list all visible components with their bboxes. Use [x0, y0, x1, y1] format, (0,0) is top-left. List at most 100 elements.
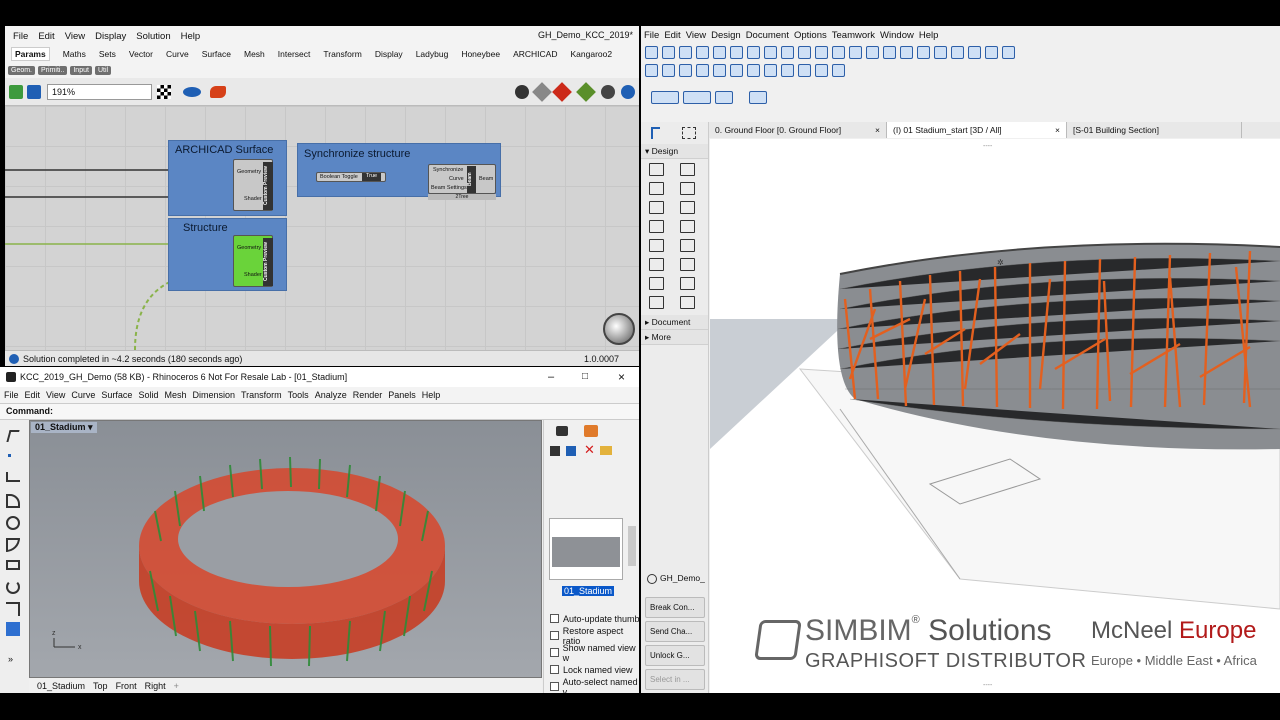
layers-icon[interactable] — [815, 45, 828, 59]
boolean-toggle[interactable]: Boolean Toggle True — [316, 172, 386, 182]
rh-menu-surface[interactable]: Surface — [101, 390, 132, 400]
tab-honeybee[interactable]: Honeybee — [461, 49, 500, 59]
tab-intersect[interactable]: Intersect — [278, 49, 311, 59]
rh-menu-view[interactable]: View — [46, 390, 65, 400]
ac-menu-teamwork[interactable]: Teamwork — [832, 30, 875, 41]
adjust-icon[interactable] — [917, 45, 930, 59]
tab-curve[interactable]: Curve — [166, 49, 189, 59]
polyline-icon[interactable] — [6, 472, 20, 482]
open-view-icon[interactable] — [600, 446, 612, 455]
roof-icon[interactable] — [696, 63, 709, 77]
rh-menu-dimension[interactable]: Dimension — [192, 390, 235, 400]
slab-icon[interactable] — [662, 63, 675, 77]
rh-menu-analyze[interactable]: Analyze — [315, 390, 347, 400]
camera-icon[interactable] — [556, 426, 568, 436]
arrow-tool-icon[interactable] — [651, 127, 660, 139]
save-file-icon[interactable] — [27, 85, 41, 99]
tab-ground-floor[interactable]: 0. Ground Floor [0. Ground Floor] × — [709, 122, 887, 138]
close-tab-icon[interactable]: × — [875, 122, 880, 138]
scroll-handle-bottom[interactable]: ---- — [983, 682, 992, 689]
subtab-primitive[interactable]: Primiti.. — [38, 65, 68, 75]
break-connection-button[interactable]: Break Con... — [645, 597, 705, 618]
viewport-tab-top[interactable]: Top — [93, 681, 108, 691]
wall-icon[interactable] — [645, 63, 658, 77]
custom-preview-component[interactable]: Geometry Shader Custom Preview — [233, 235, 273, 287]
view-previous-icon[interactable] — [651, 90, 679, 104]
viewport-tab-stadium[interactable]: 01_Stadium — [37, 681, 85, 691]
gh-canvas[interactable]: ARCHICAD Surface Geometry Shader Custom … — [5, 106, 639, 350]
group-synchronize-structure[interactable]: Synchronize structure Boolean Toggle Tru… — [297, 143, 501, 200]
close-icon[interactable]: × — [618, 367, 625, 387]
save-view-icon[interactable] — [550, 446, 560, 456]
delete-view-icon[interactable]: ✕ — [584, 442, 595, 458]
checkbox[interactable] — [550, 631, 559, 640]
sketch-icon[interactable] — [157, 85, 171, 99]
beam-tool-icon[interactable] — [649, 201, 664, 214]
wall-tool-icon[interactable] — [649, 163, 664, 176]
group-structure[interactable]: Structure Geometry Shader Custom Preview — [168, 218, 287, 291]
add-viewport-icon[interactable]: + — [174, 681, 179, 691]
checkbox[interactable] — [550, 665, 559, 674]
rh-menu-transform[interactable]: Transform — [241, 390, 282, 400]
window-tool-icon[interactable] — [649, 182, 664, 195]
section-icon[interactable] — [798, 63, 811, 77]
render-icon[interactable] — [515, 85, 529, 99]
distribute-icon[interactable] — [781, 63, 794, 77]
toolbox-category-design[interactable]: ▾ Design — [641, 144, 708, 159]
tab-surface[interactable]: Surface — [202, 49, 231, 59]
zone-tool-icon[interactable] — [649, 296, 664, 309]
maximize-icon[interactable]: □ — [582, 367, 588, 387]
zoom-dropdown[interactable]: 191% — [47, 84, 152, 100]
pen-icon[interactable] — [985, 45, 998, 59]
preview-eye-icon[interactable] — [183, 87, 201, 97]
tab-section[interactable]: [S-01 Building Section] — [1067, 122, 1242, 138]
ac-menu-help[interactable]: Help — [919, 30, 939, 41]
pointer-icon[interactable] — [749, 90, 767, 104]
object-tool-icon[interactable] — [679, 277, 695, 290]
label-icon[interactable] — [730, 63, 743, 77]
split-icon[interactable] — [900, 45, 913, 59]
more-tools-icon[interactable]: » — [8, 654, 13, 664]
align-icon[interactable] — [764, 63, 777, 77]
tab-sets[interactable]: Sets — [99, 49, 116, 59]
view-next-icon[interactable] — [683, 90, 711, 104]
named-views-tab-icon[interactable] — [584, 425, 598, 437]
gh-menu-file[interactable]: File — [13, 31, 28, 42]
rh-menu-file[interactable]: File — [4, 390, 19, 400]
ac-menu-window[interactable]: Window — [880, 30, 914, 41]
intersect-icon[interactable] — [934, 45, 947, 59]
tab-vector[interactable]: Vector — [129, 49, 153, 59]
column-tool-icon[interactable] — [679, 163, 695, 176]
fillet-icon[interactable] — [6, 602, 20, 616]
elevate-icon[interactable] — [747, 63, 760, 77]
tab-kangaroo2[interactable]: Kangaroo2 — [570, 49, 612, 59]
tab-params[interactable]: Params — [11, 47, 50, 61]
trace-icon[interactable] — [866, 45, 879, 59]
gh-menu-help[interactable]: Help — [181, 31, 201, 42]
magic-wand-icon[interactable] — [679, 45, 692, 59]
resize-icon[interactable] — [832, 63, 845, 77]
checkbox[interactable] — [550, 682, 559, 691]
minimize-icon[interactable]: – — [548, 367, 554, 387]
rh-menu-help[interactable]: Help — [422, 390, 441, 400]
custom-preview-component[interactable]: Geometry Shader Custom Preview — [233, 159, 273, 211]
viewport-tab-right[interactable]: Right — [145, 681, 166, 691]
zone-icon[interactable] — [679, 63, 692, 77]
gh-menu-edit[interactable]: Edit — [38, 31, 54, 42]
tab-display[interactable]: Display — [375, 49, 403, 59]
gh-menu-solution[interactable]: Solution — [136, 31, 170, 42]
edit-view-icon[interactable] — [566, 446, 576, 456]
unlock-gh-button[interactable]: Unlock G... — [645, 645, 705, 666]
marquee-tool-icon[interactable] — [682, 127, 696, 139]
ac-menu-design[interactable]: Design — [711, 30, 741, 41]
lock-icon[interactable] — [832, 45, 845, 59]
select-arrow-icon[interactable] — [6, 430, 20, 442]
redo-icon[interactable] — [662, 45, 675, 59]
ac-menu-document[interactable]: Document — [746, 30, 789, 41]
tab-3d-stadium[interactable]: (I) 01 Stadium_start [3D / All] × — [887, 122, 1067, 138]
rh-menu-mesh[interactable]: Mesh — [164, 390, 186, 400]
rh-menu-solid[interactable]: Solid — [138, 390, 158, 400]
circle-icon[interactable] — [6, 516, 20, 530]
solid-box-icon[interactable] — [6, 622, 20, 636]
rh-menu-tools[interactable]: Tools — [288, 390, 309, 400]
